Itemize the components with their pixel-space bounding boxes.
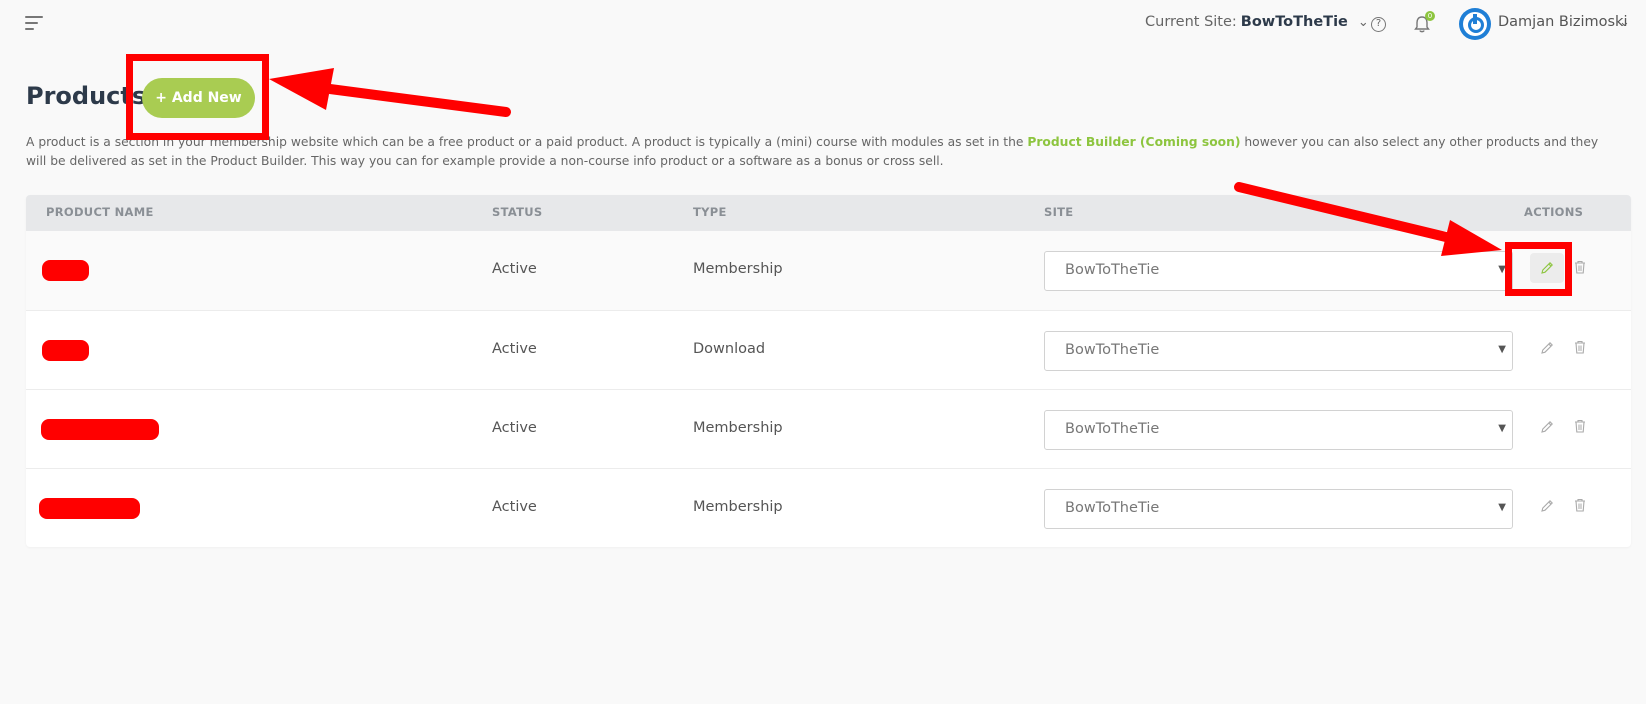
current-site-name: BowToTheTie bbox=[1240, 14, 1348, 30]
column-header-actions: ACTIONS bbox=[1524, 205, 1584, 219]
notification-badge: 0 bbox=[1425, 11, 1435, 21]
chevron-down-icon[interactable]: ⌄ bbox=[1619, 15, 1630, 30]
status-cell: Active bbox=[492, 341, 537, 357]
trash-icon bbox=[1575, 498, 1585, 512]
current-site-label: Current Site: bbox=[1145, 14, 1237, 30]
table-row: Active Membership BowToTheTie ▼ bbox=[26, 468, 1631, 547]
redacted-product-name bbox=[39, 498, 140, 519]
bell-icon[interactable]: 0 bbox=[1414, 11, 1436, 36]
delete-button[interactable] bbox=[1570, 258, 1590, 280]
table-header: PRODUCT NAME STATUS TYPE SITE ACTIONS bbox=[26, 195, 1631, 231]
type-cell: Membership bbox=[693, 261, 783, 277]
table-row: Active Membership BowToTheTie ▼ bbox=[26, 231, 1631, 310]
product-builder-link[interactable]: Product Builder (Coming soon) bbox=[1027, 135, 1240, 149]
pencil-icon bbox=[1541, 421, 1553, 433]
status-cell: Active bbox=[492, 261, 537, 277]
site-select-value: BowToTheTie bbox=[1065, 262, 1160, 278]
table-row: Active Membership BowToTheTie ▼ bbox=[26, 389, 1631, 468]
site-select[interactable]: BowToTheTie ▼ bbox=[1044, 410, 1513, 450]
table-row: Active Download BowToTheTie ▼ bbox=[26, 310, 1631, 389]
site-select[interactable]: BowToTheTie ▼ bbox=[1044, 251, 1513, 291]
site-select[interactable]: BowToTheTie ▼ bbox=[1044, 331, 1513, 371]
user-name[interactable]: Damjan Bizimoski bbox=[1498, 14, 1627, 30]
annotation-box-add-new bbox=[126, 54, 269, 140]
delete-button[interactable] bbox=[1570, 338, 1590, 360]
dropdown-arrow-icon: ▼ bbox=[1498, 344, 1506, 355]
dropdown-arrow-icon: ▼ bbox=[1498, 423, 1506, 434]
top-bar: Current Site: BowToTheTie ⌄ ? 0 Damjan B… bbox=[0, 0, 1646, 50]
status-cell: Active bbox=[492, 420, 537, 436]
trash-icon bbox=[1575, 340, 1585, 354]
site-select[interactable]: BowToTheTie ▼ bbox=[1044, 489, 1513, 529]
edit-button[interactable] bbox=[1536, 496, 1558, 518]
type-cell: Membership bbox=[693, 499, 783, 515]
delete-button[interactable] bbox=[1570, 496, 1590, 518]
site-select-value: BowToTheTie bbox=[1065, 342, 1160, 358]
trash-icon bbox=[1575, 260, 1585, 274]
column-header-status: STATUS bbox=[492, 205, 543, 219]
avatar[interactable] bbox=[1459, 8, 1491, 40]
trash-icon bbox=[1575, 419, 1585, 433]
current-site-switcher[interactable]: Current Site: BowToTheTie ⌄ bbox=[1145, 14, 1369, 30]
annotation-box-edit bbox=[1505, 242, 1572, 296]
delete-button[interactable] bbox=[1570, 417, 1590, 439]
products-table: PRODUCT NAME STATUS TYPE SITE ACTIONS Ac… bbox=[26, 195, 1631, 547]
hamburger-icon[interactable] bbox=[25, 16, 43, 32]
edit-button[interactable] bbox=[1536, 417, 1558, 439]
column-header-site: SITE bbox=[1044, 205, 1074, 219]
type-cell: Membership bbox=[693, 420, 783, 436]
annotation-arrowhead-add-new bbox=[269, 68, 334, 110]
redacted-product-name bbox=[42, 340, 89, 361]
annotation-arrow-add-new bbox=[325, 84, 511, 117]
help-icon[interactable]: ? bbox=[1371, 17, 1386, 32]
redacted-product-name bbox=[42, 260, 89, 281]
status-cell: Active bbox=[492, 499, 537, 515]
pencil-icon bbox=[1541, 500, 1553, 512]
pencil-icon bbox=[1541, 342, 1553, 354]
edit-button[interactable] bbox=[1536, 338, 1558, 360]
chevron-down-icon: ⌄ bbox=[1357, 14, 1369, 30]
redacted-product-name bbox=[41, 419, 159, 440]
site-select-value: BowToTheTie bbox=[1065, 421, 1160, 437]
type-cell: Download bbox=[693, 341, 766, 357]
site-select-value: BowToTheTie bbox=[1065, 500, 1160, 516]
column-header-product-name: PRODUCT NAME bbox=[46, 205, 154, 219]
column-header-type: TYPE bbox=[693, 205, 727, 219]
dropdown-arrow-icon: ▼ bbox=[1498, 502, 1506, 513]
